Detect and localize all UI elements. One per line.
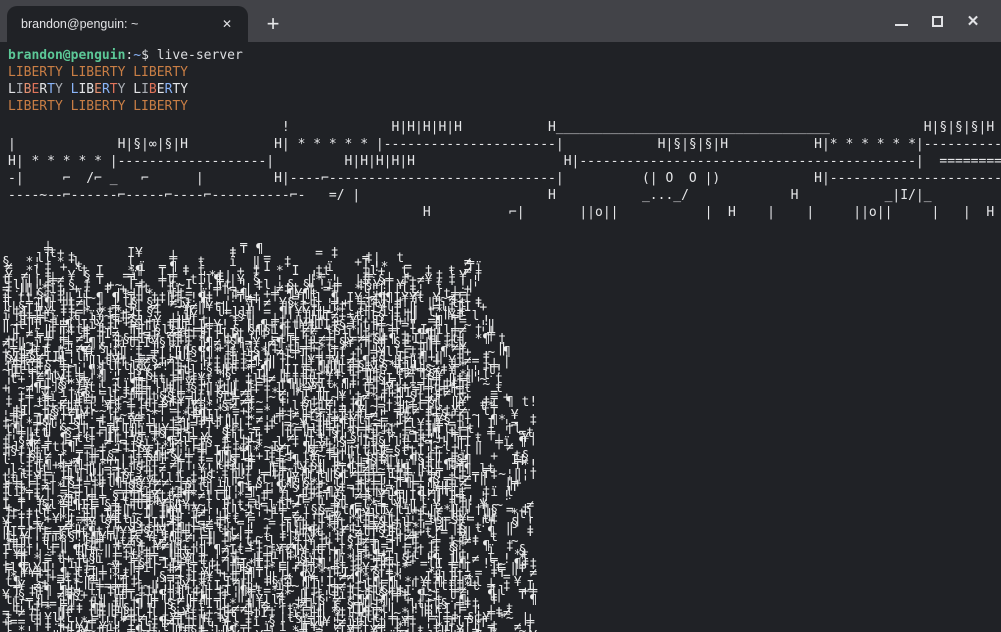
window-controls: ✕ xyxy=(883,0,1001,42)
close-window-button[interactable]: ✕ xyxy=(955,3,991,39)
maximize-button[interactable] xyxy=(919,3,955,39)
minimize-button[interactable] xyxy=(883,3,919,39)
liberty-output: LIBERTY LIBERTY LIBERTY LIBERTY LIBERTY L… xyxy=(8,64,1001,115)
terminal-tab[interactable]: brandon@penguin: ~ ✕ xyxy=(7,6,248,42)
new-tab-button[interactable]: + xyxy=(258,9,288,39)
liberty-line: LIBERTY LIBERTY LIBERTY xyxy=(8,65,189,80)
tab-title: brandon@penguin: ~ xyxy=(21,17,139,31)
close-icon: ✕ xyxy=(966,13,980,30)
liberty-line: LIBERTY LIBERTY LIBERTY xyxy=(8,99,189,114)
zalgo-noise-layer: ŧ+ I¥ ǂ = ‡ § *¦ * ḷ ḷ ŧ ï ‖ ‡ +₸ ≠ *ḷ †… xyxy=(2,246,535,632)
minimize-icon xyxy=(894,24,908,26)
window-titlebar: brandon@penguin: ~ ✕ + ✕ xyxy=(0,0,1001,42)
ascii-art-flag: ! H|H|H|H|H H___________________________… xyxy=(8,120,1001,220)
terminal-screen[interactable]: brandon@penguin:~$ live-server LIBERTY L… xyxy=(0,42,1001,632)
zalgo-noise-layer: ╪ ₸ ¶ lḷ ‡ ╪ = ‡| t ≠ ‡ + ŧ ï ¶ I ï !* =… xyxy=(5,242,538,632)
shell-prompt-line: brandon@penguin:~$ live-server xyxy=(8,48,243,63)
tab-close-icon[interactable]: ✕ xyxy=(216,13,238,35)
plus-icon: + xyxy=(266,11,280,36)
liberty-line: LIBERTY LIBERTY LIBERTY xyxy=(8,82,189,97)
maximize-icon xyxy=(931,15,943,27)
